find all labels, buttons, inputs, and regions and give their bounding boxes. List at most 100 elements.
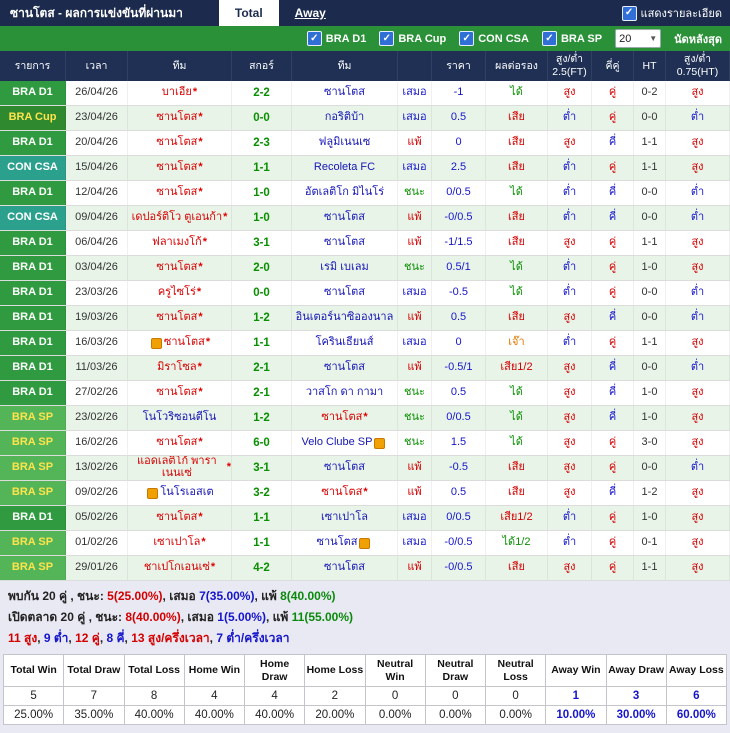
away-team[interactable]: Velo Clube SP: [302, 437, 373, 449]
stats-percent: 35.00%: [64, 706, 124, 724]
over-under-ft: สูง: [548, 406, 592, 430]
match-row: BRA SP 01/02/26 เซาเปาโล * 1-1 ซานโตส เสมอ -0/0…: [0, 531, 730, 556]
checkbox-icon[interactable]: [541, 31, 557, 46]
odds: -1/1.5: [432, 231, 486, 255]
odd-even: คี่: [592, 356, 634, 380]
tab-total[interactable]: Total: [218, 0, 279, 26]
away-team[interactable]: Recoleta FC: [314, 162, 375, 174]
league-filter-con-csa[interactable]: CON CSA: [459, 31, 529, 46]
away-team[interactable]: อัตเลติโก มิไนโร่: [305, 187, 384, 199]
show-details-toggle[interactable]: แสดงรายละเอียด: [621, 0, 730, 26]
away-team[interactable]: ฟลูมิเนนเซ: [319, 137, 371, 149]
match-result: แพ้: [398, 306, 432, 330]
league-filter-bra-sp[interactable]: BRA SP: [541, 31, 602, 46]
away-team[interactable]: ซานโตส: [321, 412, 362, 424]
match-result: ชนะ: [398, 406, 432, 430]
home-team[interactable]: ฟลาเมงโก้: [152, 237, 202, 249]
tab-away[interactable]: Away: [279, 0, 342, 26]
home-team[interactable]: ซานโตส: [156, 312, 197, 324]
checkbox-icon[interactable]: [379, 31, 395, 46]
home-team[interactable]: ซานโตส: [156, 137, 197, 149]
league-badge: BRA D1: [0, 381, 66, 405]
away-team-cell: ซานโตส: [292, 206, 398, 230]
checkbox-icon[interactable]: [459, 31, 475, 46]
odd-even: คี่: [592, 381, 634, 405]
away-team[interactable]: เรมิ เบเลม: [320, 262, 368, 274]
away-team[interactable]: วาสโก ดา กามา: [306, 387, 383, 399]
match-date: 13/02/26: [66, 456, 128, 480]
show-details-checkbox-icon[interactable]: [621, 5, 637, 21]
summary-segment: 13 สูง/ครึ่งเวลา: [131, 631, 210, 645]
away-team[interactable]: ซานโตส: [324, 87, 365, 99]
league-filter-bra-d1[interactable]: BRA D1: [306, 31, 366, 46]
ht-score: 0-0: [634, 106, 666, 130]
away-team[interactable]: ซานโตส: [317, 537, 358, 549]
odd-even: คู่: [592, 281, 634, 305]
match-date: 11/03/26: [66, 356, 128, 380]
league-filter-bra-cup[interactable]: BRA Cup: [379, 31, 446, 46]
summary-segment: 7 ต่ำ/ครึ่งเวลา: [216, 631, 290, 645]
over-under-ft: สูง: [548, 456, 592, 480]
favorite-star-icon: *: [201, 536, 206, 549]
away-team[interactable]: โครินเธียนส์: [316, 337, 374, 349]
home-team[interactable]: ซานโตส: [156, 262, 197, 274]
column-header: ทีม: [292, 51, 398, 81]
stats-header: Total Draw: [64, 655, 124, 686]
score: 1-2: [232, 306, 292, 330]
odd-even: คู่: [592, 456, 634, 480]
ht-score: 0-2: [634, 81, 666, 105]
home-team[interactable]: บาเอีย: [162, 87, 192, 99]
home-team[interactable]: ซานโตส: [156, 187, 197, 199]
favorite-star-icon: *: [198, 261, 203, 274]
away-team-cell: อินเตอร์นาซิอองนาล: [292, 306, 398, 330]
odds: 0/0.5: [432, 406, 486, 430]
checkbox-icon[interactable]: [306, 31, 322, 46]
away-team-cell: กอริติบ้า: [292, 106, 398, 130]
page-title: ซานโตส - ผลการแข่งขันที่ผ่านมา: [10, 5, 183, 20]
handicap-result: เสีย: [486, 206, 548, 230]
stats-header: Total Win: [4, 655, 64, 686]
over-under-ft: ต่ำ: [548, 506, 592, 530]
away-team[interactable]: ซานโตส: [324, 562, 365, 574]
away-team[interactable]: ซานโตส: [324, 287, 365, 299]
score: 1-0: [232, 206, 292, 230]
home-team[interactable]: ชาเปโกเอนเซ่: [144, 562, 210, 574]
home-team[interactable]: แอดเลติโก้ พาราเนนเซ่: [128, 456, 226, 479]
home-team[interactable]: ซานโตส: [156, 512, 197, 524]
home-team[interactable]: โนโวริซอนตีโน: [143, 412, 217, 424]
away-team[interactable]: ซานโตส: [321, 487, 362, 499]
ht-score: 1-0: [634, 381, 666, 405]
home-team[interactable]: ซานโตส: [156, 437, 197, 449]
away-team[interactable]: เซาเปาโล: [321, 512, 368, 524]
home-team[interactable]: ซานโตส: [156, 387, 197, 399]
away-team[interactable]: ซานโตส: [324, 212, 365, 224]
home-team-cell: ชาเปโกเอนเซ่ *: [128, 556, 232, 580]
home-team[interactable]: เดปอร์ติโว ตูเอนก้า: [132, 212, 223, 224]
home-team[interactable]: ซานโตส: [164, 337, 205, 349]
away-team[interactable]: อินเตอร์นาซิอองนาล: [296, 312, 394, 324]
handicap-result: ได้: [486, 181, 548, 205]
home-team[interactable]: ซานโตส: [156, 162, 197, 174]
away-team[interactable]: ซานโตส: [324, 362, 365, 374]
away-team[interactable]: กอริติบ้า: [325, 112, 364, 124]
home-team[interactable]: โนโรเอสเต: [160, 487, 213, 499]
home-team[interactable]: ซานโตส: [156, 112, 197, 124]
home-team[interactable]: มิราโซล: [157, 362, 196, 374]
favorite-star-icon: *: [198, 511, 203, 524]
over-under-ft: ต่ำ: [548, 206, 592, 230]
odd-even: คู่: [592, 431, 634, 455]
away-team[interactable]: ซานโตส: [324, 237, 365, 249]
ht-score: 0-1: [634, 531, 666, 555]
match-row: BRA D1 19/03/26 ซานโตส * 1-2 อินเตอร์นาซิอองน…: [0, 306, 730, 331]
summary-segment: 11(55.00%): [291, 610, 354, 624]
home-team[interactable]: ครูไซโร่: [158, 287, 196, 299]
ht-score: 0-0: [634, 281, 666, 305]
match-count-select[interactable]: 20 ▼: [615, 29, 662, 48]
favorite-star-icon: *: [196, 286, 202, 299]
home-team[interactable]: เซาเปาโล: [153, 537, 200, 549]
favorite-star-icon: *: [198, 186, 203, 199]
match-row: BRA SP 16/02/26 ซานโตส * 6-0 Velo Clube SP ชนะ…: [0, 431, 730, 456]
away-team[interactable]: ซานโตส: [324, 462, 365, 474]
league-badge: BRA SP: [0, 406, 66, 430]
match-count-value: 20: [619, 32, 632, 45]
